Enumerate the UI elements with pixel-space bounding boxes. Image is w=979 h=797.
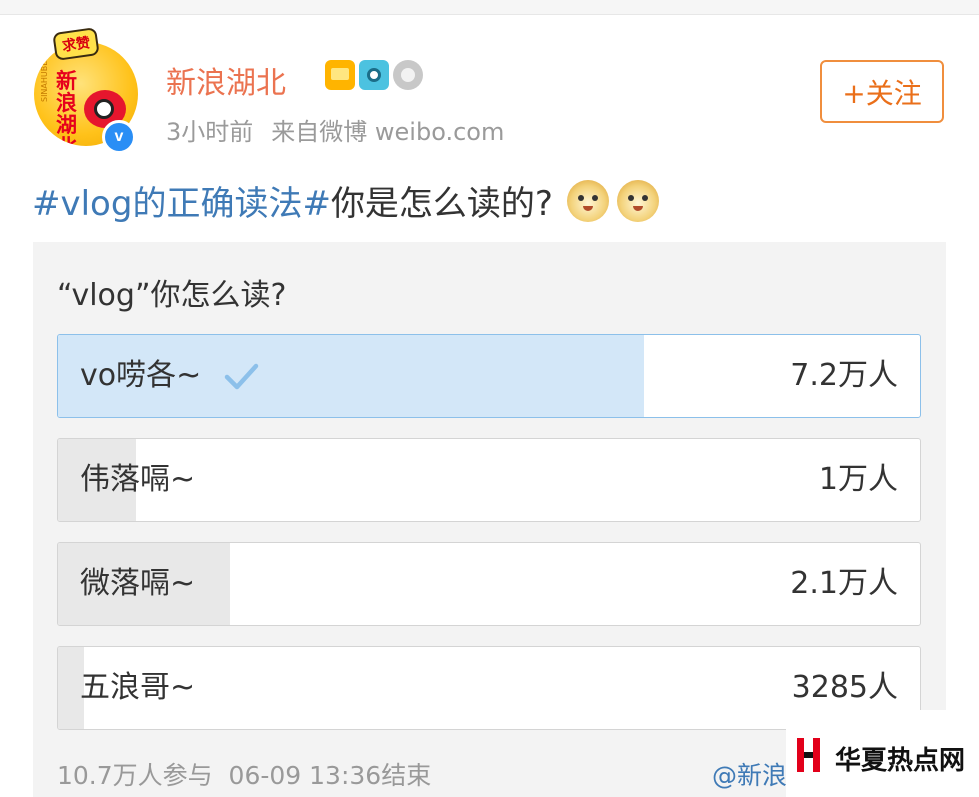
poll-option-count: 7.2万人 [790, 358, 898, 393]
watermark: 华夏热点网 [786, 710, 979, 797]
top-divider [0, 0, 979, 15]
poll-option[interactable]: 微落嗝~ 2.1万人 [57, 542, 921, 626]
post-source[interactable]: 来自微博 weibo.com [271, 112, 504, 147]
crown-badge-icon[interactable] [325, 60, 355, 90]
poll-option-label: vo唠各~ [80, 358, 202, 393]
avatar-text: 新浪湖北 [56, 68, 77, 147]
avatar[interactable]: 新浪湖北 SINAHUBEI 求赞 v [32, 27, 142, 154]
post-text: #vlog的正确读法# 你是怎么读的? [32, 176, 659, 225]
camera-badge-icon[interactable] [359, 60, 389, 90]
poll-option-label: 五浪哥~ [80, 670, 196, 705]
doge-emoji-icon [616, 179, 659, 222]
poll-question: “vlog”你怎么读? [57, 278, 287, 313]
username[interactable]: 新浪湖北 [166, 58, 286, 102]
poll-option[interactable]: vo唠各~ 7.2万人 [57, 334, 921, 418]
watermark-logo-icon [797, 738, 821, 772]
topic-link[interactable]: #vlog的正确读法# [32, 176, 331, 225]
post-body: 你是怎么读的? [330, 184, 553, 224]
poll-footer: 10.7万人参与 06-09 13:36结束 [57, 761, 432, 790]
poll-option-label: 伟落嗝~ [80, 462, 196, 497]
verified-icon: v [102, 120, 136, 154]
post-meta: 3小时前 来自微博 weibo.com [166, 112, 504, 147]
poll-option-label: 微落嗝~ [80, 566, 196, 601]
avatar-subtext: SINAHUBEI [40, 58, 49, 102]
poll-option[interactable]: 伟落嗝~ 1万人 [57, 438, 921, 522]
post-time: 3小时前 [166, 118, 254, 146]
doge-emoji-icon [566, 179, 609, 222]
poll-option-count: 1万人 [818, 462, 898, 497]
poll-option-count: 2.1万人 [790, 566, 898, 601]
checkmark-icon [225, 363, 259, 390]
follow-button[interactable]: +关注 [820, 60, 944, 123]
watermark-text: 华夏热点网 [835, 746, 966, 776]
badges [325, 60, 423, 90]
mention-link[interactable]: @新浪 [712, 756, 787, 792]
medal-badge-icon[interactable] [393, 60, 423, 90]
